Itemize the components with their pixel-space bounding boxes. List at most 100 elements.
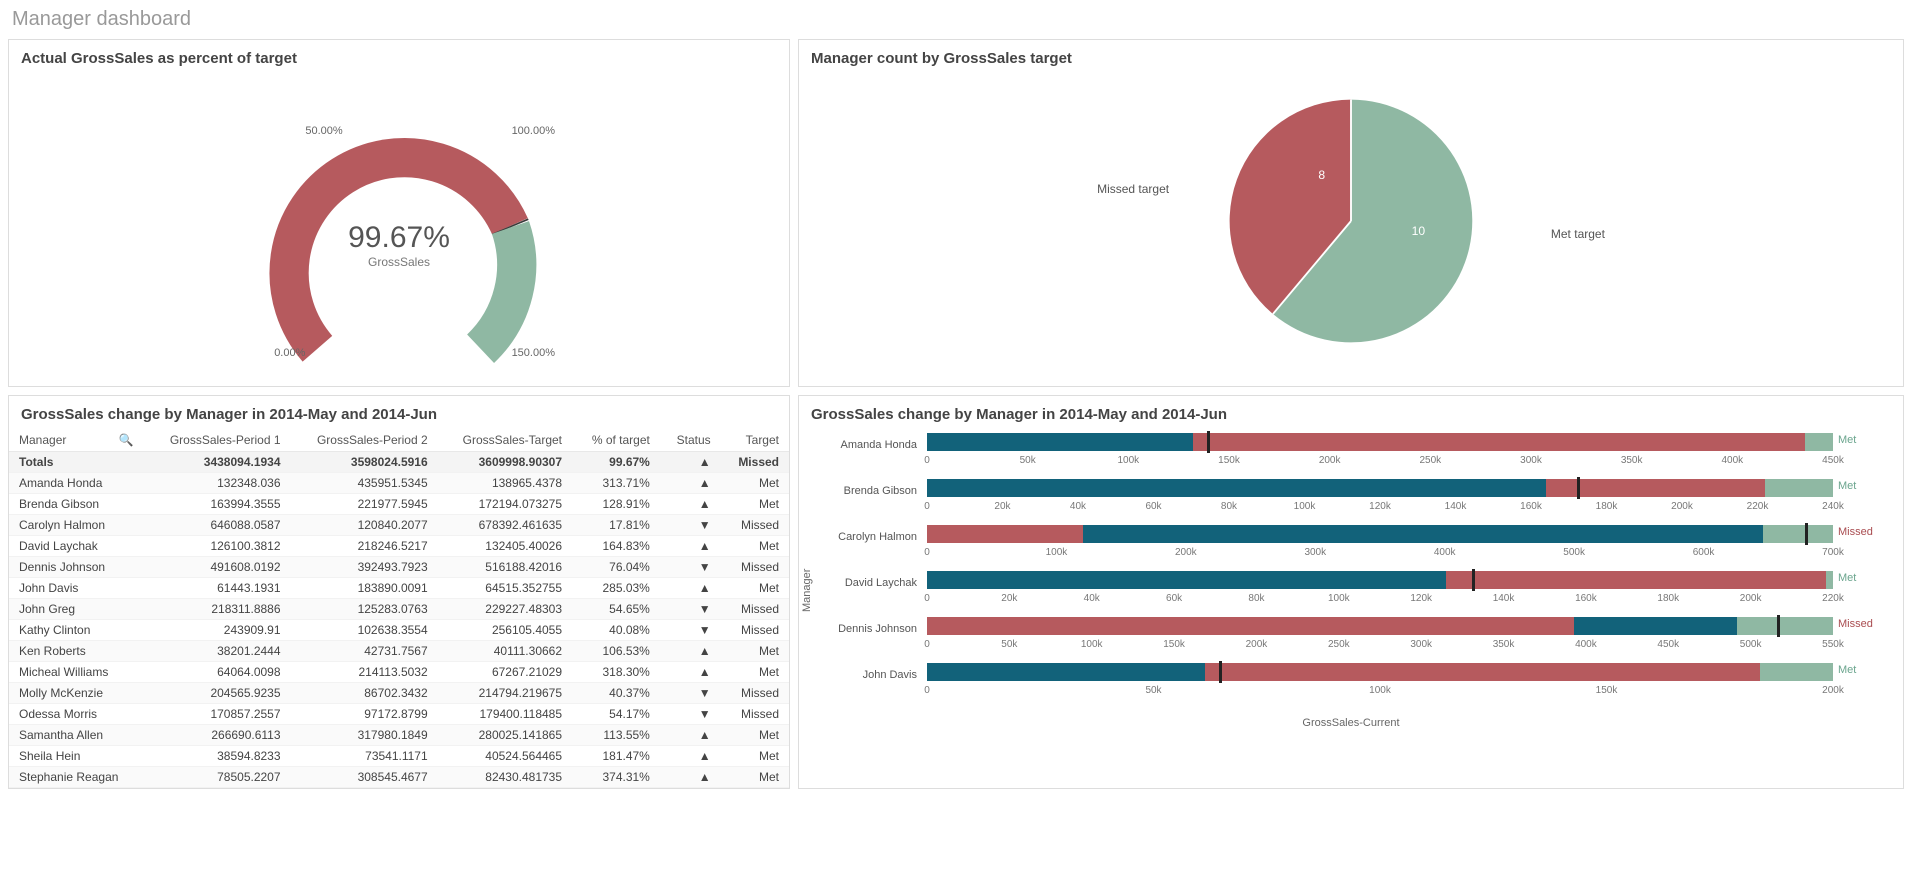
axis-tick: 20k <box>1001 593 1017 604</box>
table-cell: Kathy Clinton <box>9 620 143 641</box>
table-cell: ▲ <box>660 746 721 767</box>
table-header[interactable]: Target <box>721 427 789 452</box>
axis-tick: 450k <box>1657 639 1679 650</box>
bars-ylabel: Manager <box>801 568 813 611</box>
bar-status-label: Missed <box>1838 618 1888 630</box>
table-row[interactable]: Brenda Gibson163994.3555221977.594517219… <box>9 494 789 515</box>
bar-track[interactable]: Missed <box>927 615 1833 637</box>
gauge-panel-title: Actual GrossSales as percent of target <box>9 40 789 71</box>
bar-row[interactable]: Brenda GibsonMet020k40k60k80k100k120k140… <box>827 477 1833 523</box>
table-panel: GrossSales change by Manager in 2014-May… <box>8 395 790 789</box>
axis-tick: 200k <box>1175 547 1197 558</box>
pie-missed-count: 8 <box>1318 168 1325 182</box>
table-cell: 132348.036 <box>143 473 290 494</box>
table-row[interactable]: Kathy Clinton243909.91102638.3554256105.… <box>9 620 789 641</box>
table-row[interactable]: David Laychak126100.3812218246.521713240… <box>9 536 789 557</box>
table-row[interactable]: John Davis61443.1931183890.009164515.352… <box>9 578 789 599</box>
bar-category-label: Carolyn Halmon <box>827 523 927 543</box>
axis-tick: 400k <box>1434 547 1456 558</box>
bar-target-tick <box>1777 615 1780 637</box>
table-cell: Met <box>721 767 789 788</box>
table-cell: 243909.91 <box>143 620 290 641</box>
table-row[interactable]: Micheal Williams64064.0098214113.5032672… <box>9 662 789 683</box>
table-cell: 308545.4677 <box>291 767 438 788</box>
table-header[interactable]: Status <box>660 427 721 452</box>
bar-track[interactable]: Met <box>927 431 1833 453</box>
bars-panel: GrossSales change by Manager in 2014-May… <box>798 395 1904 789</box>
table-cell: 86702.3432 <box>291 683 438 704</box>
bar-axis: 020k40k60k80k100k120k140k160k180k200k220… <box>927 593 1833 609</box>
sales-table[interactable]: Manager🔍GrossSales-Period 1GrossSales-Pe… <box>9 427 789 788</box>
table-cell: Met <box>721 473 789 494</box>
bars-panel-title: GrossSales change by Manager in 2014-May… <box>799 396 1903 427</box>
table-header[interactable]: % of target <box>572 427 660 452</box>
axis-tick: 550k <box>1822 639 1844 650</box>
table-cell: John Davis <box>9 578 143 599</box>
bar-track[interactable]: Met <box>927 477 1833 499</box>
table-cell: Missed <box>721 704 789 725</box>
table-row[interactable]: Sheila Hein38594.823373541.117140524.564… <box>9 746 789 767</box>
table-row[interactable]: Ken Roberts38201.244442731.756740111.306… <box>9 641 789 662</box>
table-row[interactable]: Molly McKenzie204565.923586702.343221479… <box>9 683 789 704</box>
axis-tick: 60k <box>1166 593 1182 604</box>
axis-tick: 400k <box>1721 455 1743 466</box>
bar-category-label: Dennis Johnson <box>827 615 927 635</box>
bar-track[interactable]: Met <box>927 569 1833 591</box>
axis-tick: 450k <box>1822 455 1844 466</box>
table-cell: 120840.2077 <box>291 515 438 536</box>
table-cell: 73541.1171 <box>291 746 438 767</box>
table-row[interactable]: Dennis Johnson491608.0192392493.79235161… <box>9 557 789 578</box>
table-row[interactable]: Samantha Allen266690.6113317980.18492800… <box>9 725 789 746</box>
table-cell: 113.55% <box>572 725 660 746</box>
axis-tick: 0 <box>924 501 930 512</box>
axis-tick: 120k <box>1369 501 1391 512</box>
table-row[interactable]: Stephanie Reagan78505.2207308545.4677824… <box>9 767 789 788</box>
search-icon[interactable]: 🔍 <box>118 433 133 447</box>
table-cell: Amanda Honda <box>9 473 143 494</box>
bar-category-label: Amanda Honda <box>827 431 927 451</box>
axis-tick: 100k <box>1294 501 1316 512</box>
bar-status-label: Missed <box>1838 526 1888 538</box>
table-cell: Met <box>721 641 789 662</box>
table-cell: Carolyn Halmon <box>9 515 143 536</box>
bar-row[interactable]: Amanda HondaMet 050k100k150k200k250k300k3… <box>827 431 1833 477</box>
table-row[interactable]: Carolyn Halmon646088.0587120840.20776783… <box>9 515 789 536</box>
bar-row[interactable]: Carolyn HalmonMissed 0100k200k300k400k500… <box>827 523 1833 569</box>
table-cell: ▲ <box>660 641 721 662</box>
axis-tick: 150k <box>1163 639 1185 650</box>
axis-tick: 100k <box>1369 685 1391 696</box>
table-header[interactable]: GrossSales-Target <box>438 427 572 452</box>
bar-axis: 050k100k150k200k250k300k350k400k450k <box>927 455 1833 471</box>
table-cell: ▲ <box>660 473 721 494</box>
table-cell: 64064.0098 <box>143 662 290 683</box>
table-cell: ▼ <box>660 599 721 620</box>
gauge-sublabel: GrossSales <box>348 255 450 269</box>
axis-tick: 150k <box>1218 455 1240 466</box>
table-header[interactable]: GrossSales-Period 1 <box>143 427 290 452</box>
table-cell: Met <box>721 536 789 557</box>
table-cell: ▼ <box>660 683 721 704</box>
table-header[interactable]: Manager🔍 <box>9 427 143 452</box>
table-cell: 76.04% <box>572 557 660 578</box>
bar-track[interactable]: Met <box>927 661 1833 683</box>
table-cell: 491608.0192 <box>143 557 290 578</box>
table-cell: 64515.352755 <box>438 578 572 599</box>
bar-row[interactable]: Dennis JohnsonMissed050k100k150k200k250k… <box>827 615 1833 661</box>
bar-category-label: Brenda Gibson <box>827 477 927 497</box>
table-row[interactable]: John Greg218311.8886125283.0763229227.48… <box>9 599 789 620</box>
table-header[interactable]: GrossSales-Period 2 <box>291 427 438 452</box>
bar-track[interactable]: Missed <box>927 523 1833 545</box>
axis-tick: 40k <box>1070 501 1086 512</box>
table-cell: 256105.4055 <box>438 620 572 641</box>
axis-tick: 50k <box>1001 639 1017 650</box>
bar-row[interactable]: David LaychakMet020k40k60k80k100k120k140… <box>827 569 1833 615</box>
table-cell: 229227.48303 <box>438 599 572 620</box>
bar-axis: 0100k200k300k400k500k600k700k <box>927 547 1833 563</box>
bar-row[interactable]: John DavisMet050k100k150k200k <box>827 661 1833 707</box>
table-row[interactable]: Totals3438094.19343598024.59163609998.90… <box>9 452 789 473</box>
table-cell: David Laychak <box>9 536 143 557</box>
table-row[interactable]: Odessa Morris170857.255797172.8799179400… <box>9 704 789 725</box>
table-cell: 164.83% <box>572 536 660 557</box>
table-row[interactable]: Amanda Honda132348.036435951.5345138965.… <box>9 473 789 494</box>
table-cell: Totals <box>9 452 143 473</box>
